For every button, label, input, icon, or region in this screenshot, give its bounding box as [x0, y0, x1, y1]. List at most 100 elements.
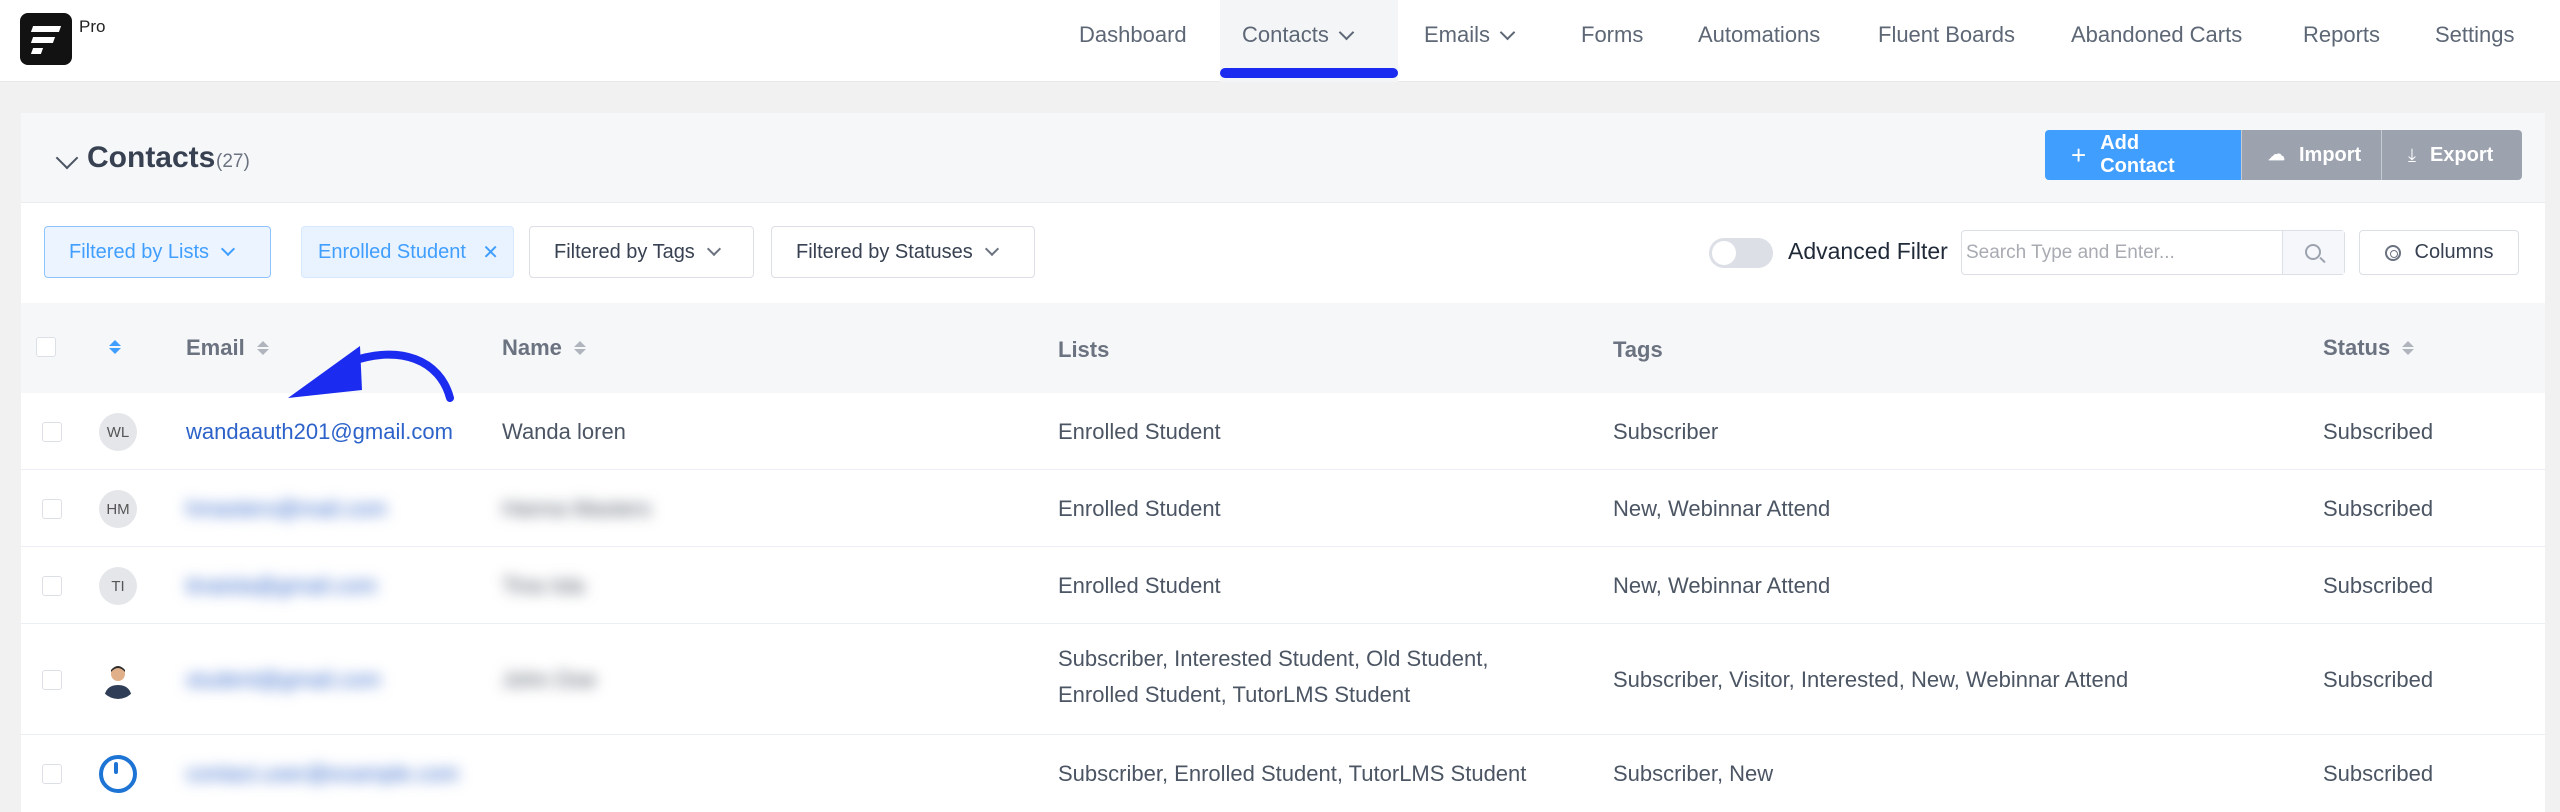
- avatar-initials: WL: [106, 423, 130, 441]
- row-checkbox[interactable]: [42, 576, 62, 596]
- search-icon: [2305, 244, 2321, 260]
- export-button[interactable]: ⤓ Export: [2381, 130, 2522, 180]
- column-label: Name: [502, 335, 562, 360]
- pro-badge: Pro: [79, 17, 106, 36]
- search-button[interactable]: [2282, 231, 2344, 274]
- column-name[interactable]: Name: [502, 335, 586, 361]
- contact-name: Hanna Masters: [502, 496, 652, 521]
- nav-emails[interactable]: Emails: [1424, 22, 1516, 48]
- table-row[interactable]: contact.user@example.com Subscriber, Enr…: [21, 736, 2545, 812]
- sort-icon: [2402, 341, 2415, 355]
- nav-label: Emails: [1424, 22, 1491, 47]
- contact-name: Tina Isla: [502, 573, 585, 598]
- column-status[interactable]: Status: [2323, 335, 2415, 361]
- filter-by-lists-dropdown[interactable]: Filtered by Lists: [44, 226, 271, 278]
- contact-tags: Subscriber: [1613, 419, 1719, 444]
- avatar-initials: HM: [106, 500, 130, 518]
- nav-label: Fluent Boards: [1878, 22, 2015, 47]
- sort-icon[interactable]: [109, 340, 121, 354]
- logo-stroke: [30, 48, 44, 54]
- logo-stroke: [30, 37, 56, 43]
- contact-email-link[interactable]: contact.user@example.com: [186, 756, 459, 792]
- column-label: Tags: [1613, 337, 1663, 362]
- contact-name: Wanda loren: [502, 419, 626, 444]
- column-tags: Tags: [1613, 337, 1663, 363]
- nav-label: Forms: [1581, 22, 1644, 47]
- logo-stroke: [30, 26, 62, 32]
- import-button[interactable]: ☁ Import: [2241, 130, 2381, 180]
- filter-by-tags-dropdown[interactable]: Filtered by Tags: [529, 226, 754, 278]
- sort-icon: [256, 341, 269, 355]
- avatar: HM: [99, 490, 137, 528]
- chevron-down-icon: [706, 241, 721, 257]
- card-header: Contacts (27) + Add Contact ☁ Import ⤓ E…: [21, 113, 2545, 203]
- nav-settings[interactable]: Settings: [2435, 22, 2515, 48]
- row-checkbox[interactable]: [42, 670, 62, 690]
- contact-status: Subscribed: [2323, 573, 2434, 598]
- contact-tags: New, Webinnar Attend: [1613, 496, 1831, 521]
- nav-forms[interactable]: Forms: [1581, 22, 1643, 48]
- nav-dashboard[interactable]: Dashboard: [1079, 22, 1187, 48]
- avatar-photo: [99, 661, 137, 699]
- chevron-down-icon: [984, 241, 999, 257]
- top-navigation-bar: Pro Dashboard Contacts Emails Forms Auto…: [0, 0, 2560, 82]
- chip-label: Enrolled Student: [318, 240, 466, 263]
- filter-by-statuses-dropdown[interactable]: Filtered by Statuses: [771, 226, 1035, 278]
- collapse-chevron-icon[interactable]: [55, 146, 79, 170]
- contact-tags: Subscriber, New: [1613, 761, 1774, 786]
- contact-email-link[interactable]: tinaisla@gmail.com: [186, 568, 377, 604]
- advanced-filter-label: Advanced Filter: [1788, 238, 1948, 264]
- nav-label: Contacts: [1242, 22, 1329, 47]
- row-checkbox[interactable]: [42, 499, 62, 519]
- select-all-checkbox[interactable]: [36, 337, 56, 357]
- nav-fluent-boards[interactable]: Fluent Boards: [1878, 22, 2015, 48]
- row-checkbox[interactable]: [42, 764, 62, 784]
- button-label: Import: [2299, 143, 2362, 166]
- contact-status: Subscribed: [2323, 496, 2434, 521]
- cloud-upload-icon: ☁: [2268, 145, 2285, 164]
- contact-lists: Enrolled Student: [1058, 419, 1221, 444]
- table-row[interactable]: TI tinaisla@gmail.com Tina Isla Enrolled…: [21, 548, 2545, 624]
- nav-abandoned-carts[interactable]: Abandoned Carts: [2071, 22, 2242, 48]
- fluentcrm-logo[interactable]: [20, 13, 72, 65]
- download-icon: ⤓: [2408, 144, 2416, 165]
- nav-reports[interactable]: Reports: [2303, 22, 2380, 48]
- contact-tags: Subscriber, Visitor, Interested, New, We…: [1613, 667, 2129, 692]
- sort-icon: [573, 341, 586, 355]
- advanced-filter-toggle[interactable]: [1709, 238, 1773, 268]
- add-contact-button[interactable]: + Add Contact: [2045, 130, 2241, 180]
- column-email[interactable]: Email: [186, 335, 269, 361]
- toggle-knob: [1712, 241, 1736, 265]
- table-row[interactable]: student@gmail.com John Doe Subscriber, I…: [21, 625, 2545, 735]
- column-lists: Lists: [1058, 337, 1109, 363]
- selected-list-chip: Enrolled Student ✕: [301, 226, 514, 278]
- filter-label: Filtered by Statuses: [796, 240, 973, 263]
- contact-status: Subscribed: [2323, 419, 2434, 444]
- annotation-arrow-icon: [288, 346, 454, 402]
- nav-label: Abandoned Carts: [2071, 22, 2243, 47]
- nav-label: Automations: [1698, 22, 1821, 47]
- contact-email-link[interactable]: hmasters@mail.com: [186, 491, 387, 527]
- header-actions: + Add Contact ☁ Import ⤓ Export: [2045, 130, 2522, 180]
- contacts-count: (27): [216, 151, 250, 172]
- filter-label: Filtered by Lists: [69, 240, 210, 263]
- nav-label: Reports: [2303, 22, 2381, 47]
- nav-label: Settings: [2435, 22, 2515, 47]
- search-input[interactable]: [1962, 231, 2282, 274]
- row-checkbox[interactable]: [42, 422, 62, 442]
- avatar: WL: [99, 413, 137, 451]
- columns-button[interactable]: Columns: [2359, 230, 2519, 275]
- contact-lists-line2: Enrolled Student, TutorLMS Student: [1058, 682, 1411, 707]
- contact-tags: New, Webinnar Attend: [1613, 573, 1831, 598]
- contact-lists: Subscriber, Enrolled Student, TutorLMS S…: [1058, 761, 1527, 786]
- nav-contacts[interactable]: Contacts: [1242, 22, 1355, 48]
- contact-lists: Enrolled Student: [1058, 496, 1221, 521]
- button-label: Columns: [2414, 241, 2494, 263]
- table-row[interactable]: HM hmasters@mail.com Hanna Masters Enrol…: [21, 471, 2545, 547]
- contact-email-link[interactable]: student@gmail.com: [186, 662, 381, 698]
- close-icon[interactable]: ✕: [482, 240, 499, 265]
- column-label: Lists: [1058, 337, 1110, 362]
- avatar: TI: [99, 567, 137, 605]
- nav-automations[interactable]: Automations: [1698, 22, 1820, 48]
- contact-status: Subscribed: [2323, 761, 2434, 786]
